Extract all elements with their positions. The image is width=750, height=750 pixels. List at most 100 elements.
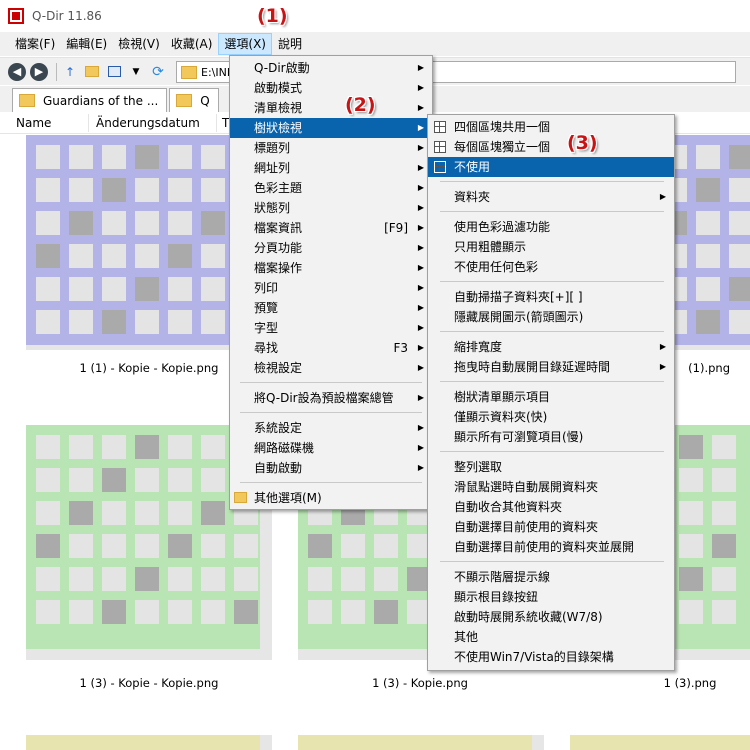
- thumbnail-cell: [729, 244, 750, 268]
- thumbnail-cell: [696, 211, 720, 235]
- tree-menu-item-26[interactable]: 不顯示階層提示線: [428, 567, 674, 587]
- tree-menu-item-21[interactable]: 滑鼠點選時自動展開資料夾: [428, 477, 674, 497]
- thumbnail-cell: [135, 534, 159, 558]
- options-menu-item-21[interactable]: 自動啟動 ▶: [230, 458, 432, 478]
- menu-options[interactable]: 選項(X): [218, 33, 272, 55]
- menu-item-label: 僅顯示資料夾(快): [454, 410, 548, 424]
- tree-menu-item-16[interactable]: 樹狀清單顯示項目: [428, 387, 674, 407]
- menu-separator: [440, 211, 664, 212]
- tree-menu-item-24[interactable]: 自動選擇目前使用的資料夾並展開: [428, 537, 674, 557]
- tree-menu-item-17[interactable]: 僅顯示資料夾(快): [428, 407, 674, 427]
- submenu-arrow-icon: ▶: [417, 323, 424, 332]
- thumbnail-cell: [696, 277, 720, 301]
- column-name[interactable]: Name: [16, 116, 51, 130]
- options-menu-item-11[interactable]: 列印 ▶: [230, 278, 432, 298]
- tree-menu-item-27[interactable]: 顯示根目錄按鈕: [428, 587, 674, 607]
- options-menu-item-23[interactable]: 其他選項(M): [230, 488, 432, 508]
- tree-menu-item-23[interactable]: 自動選擇目前使用的資料夾: [428, 517, 674, 537]
- thumbnail-cell: [374, 600, 398, 624]
- thumbnail-cell: [308, 567, 332, 591]
- options-menu-item-15[interactable]: 檢視設定 ▶: [230, 358, 432, 378]
- tree-menu-item-13[interactable]: 縮排寬度 ▶: [428, 337, 674, 357]
- tree-menu-item-1[interactable]: 每個區塊獨立一個: [428, 137, 674, 157]
- thumbnail[interactable]: [570, 735, 750, 750]
- options-menu-item-0[interactable]: Q-Dir啟動 ▶: [230, 58, 432, 78]
- options-menu-item-12[interactable]: 預覽 ▶: [230, 298, 432, 318]
- back-icon[interactable]: ◀: [8, 62, 26, 81]
- tree-menu-item-28[interactable]: 啟動時展開系統收藏(W7/8): [428, 607, 674, 627]
- options-menu-item-6[interactable]: 色彩主題 ▶: [230, 178, 432, 198]
- tree-menu-item-18[interactable]: 顯示所有可瀏覽項目(慢): [428, 427, 674, 447]
- menu-favorites[interactable]: 收藏(A): [166, 33, 218, 55]
- up-folder-icon[interactable]: ↑: [61, 63, 79, 81]
- tree-menu-item-0[interactable]: 四個區塊共用一個: [428, 117, 674, 137]
- new-folder-icon[interactable]: [83, 63, 101, 81]
- options-menu-item-19[interactable]: 系統設定 ▶: [230, 418, 432, 438]
- options-menu-item-2[interactable]: 清單檢視 ▶: [230, 98, 432, 118]
- menu-item-label: 不使用任何色彩: [454, 260, 539, 274]
- options-menu-item-1[interactable]: 啟動模式 ▶: [230, 78, 432, 98]
- options-menu-item-4[interactable]: 標題列 ▶: [230, 138, 432, 158]
- tree-menu-item-29[interactable]: 其他: [428, 627, 674, 647]
- file-name[interactable]: 1 (3).png: [590, 676, 750, 690]
- options-menu-item-3[interactable]: 樹狀檢視 ▶: [230, 118, 432, 138]
- thumbnail-cell: [168, 310, 192, 334]
- forward-icon[interactable]: ▶: [30, 62, 48, 81]
- chevron-down-icon[interactable]: ▼: [127, 63, 145, 81]
- file-name[interactable]: 1 (1) - Kopie - Kopie.png: [49, 361, 249, 375]
- thumbnail[interactable]: [26, 735, 272, 750]
- file-name[interactable]: 1 (3) - Kopie - Kopie.png: [49, 676, 249, 690]
- tree-menu-item-11[interactable]: 隱藏展開圖示(箭頭圖示): [428, 307, 674, 327]
- options-menu-item-10[interactable]: 檔案操作 ▶: [230, 258, 432, 278]
- thumbnail-cell: [168, 244, 192, 268]
- tree-menu-item-6[interactable]: 使用色彩過濾功能: [428, 217, 674, 237]
- tree-menu-item-22[interactable]: 自動收合其他資料夾: [428, 497, 674, 517]
- options-menu: Q-Dir啟動 ▶ 啟動模式 ▶ 清單檢視 ▶ 樹狀檢視 ▶ 標題列 ▶ 網址列 ▶ 色彩主題 ▶ 狀態列 ▶…: [229, 55, 433, 510]
- tree-menu-item-14[interactable]: 拖曳時自動展開目錄延遲時間 ▶: [428, 357, 674, 377]
- thumbnail-cell: [374, 567, 398, 591]
- tree-menu-item-7[interactable]: 只用粗體顯示: [428, 237, 674, 257]
- submenu-arrow-icon: ▶: [417, 143, 424, 152]
- menu-view[interactable]: 檢視(V): [113, 33, 165, 55]
- thumbnail[interactable]: [298, 735, 544, 750]
- menu-item-label: 檔案資訊: [254, 221, 303, 235]
- options-menu-item-20[interactable]: 網路磁碟機 ▶: [230, 438, 432, 458]
- tree-menu-item-30[interactable]: 不使用Win7/Vista的目錄架構: [428, 647, 674, 667]
- options-menu-item-14[interactable]: 尋找 F3 ▶: [230, 338, 432, 358]
- tree-menu-item-4[interactable]: 資料夾 ▶: [428, 187, 674, 207]
- menu-item-label: 狀態列: [254, 201, 291, 215]
- tree-menu-item-20[interactable]: 整列選取: [428, 457, 674, 477]
- thumbnail-cell: [712, 567, 736, 591]
- menu-item-label: 列印: [254, 281, 279, 295]
- tab-guardians[interactable]: Guardians of the ...: [12, 88, 168, 112]
- options-menu-item-9[interactable]: 分頁功能 ▶: [230, 238, 432, 258]
- thumbnail-cell: [679, 435, 703, 459]
- options-menu-item-8[interactable]: 檔案資訊 [F9] ▶: [230, 218, 432, 238]
- thumbnail-cell: [102, 600, 126, 624]
- column-divider[interactable]: [216, 114, 217, 132]
- tab-q[interactable]: Q: [169, 88, 219, 112]
- tree-menu-item-2[interactable]: 不使用: [428, 157, 674, 177]
- address-text[interactable]: E:\INI: [201, 66, 230, 79]
- menu-file[interactable]: 檔案(F): [10, 33, 60, 55]
- menu-item-label: 資料夾: [454, 190, 491, 204]
- file-name[interactable]: 1 (3) - Kopie.png: [320, 676, 520, 690]
- view-mode-icon[interactable]: [105, 63, 123, 81]
- menu-item-label: 啟動模式: [254, 81, 303, 95]
- options-menu-item-5[interactable]: 網址列 ▶: [230, 158, 432, 178]
- options-menu-item-17[interactable]: 將Q-Dir設為預設檔案總管 ▶: [230, 388, 432, 408]
- options-menu-item-7[interactable]: 狀態列 ▶: [230, 198, 432, 218]
- column-divider[interactable]: [88, 114, 89, 132]
- menu-edit[interactable]: 編輯(E): [61, 33, 112, 55]
- tree-menu-item-10[interactable]: 自動掃描子資料夾[+][ ]: [428, 287, 674, 307]
- submenu-arrow-icon: ▶: [417, 263, 424, 272]
- thumbnail-cell: [69, 277, 93, 301]
- menu-item-label: 啟動時展開系統收藏(W7/8): [454, 610, 603, 624]
- column-modified[interactable]: Änderungsdatum: [96, 116, 200, 130]
- tree-menu-item-8[interactable]: 不使用任何色彩: [428, 257, 674, 277]
- thumbnail-cell: [201, 178, 225, 202]
- thumbnail-cell: [168, 435, 192, 459]
- options-menu-item-13[interactable]: 字型 ▶: [230, 318, 432, 338]
- menu-help[interactable]: 說明: [273, 33, 307, 55]
- refresh-icon[interactable]: ⟳: [149, 63, 167, 81]
